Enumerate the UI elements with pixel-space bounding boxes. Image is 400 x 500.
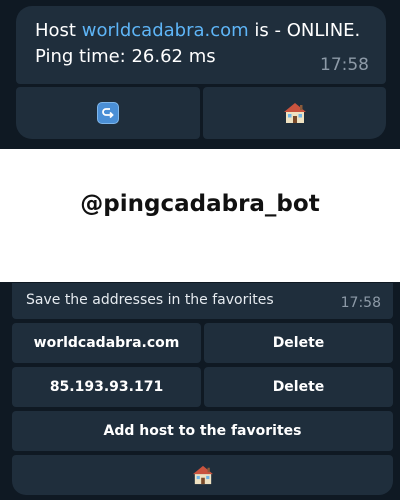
home-button[interactable] (12, 455, 393, 495)
delete-favorite-button[interactable]: Delete (204, 367, 393, 407)
back-button[interactable] (16, 87, 200, 139)
favorites-message-text: Save the addresses in the favorites (26, 292, 274, 308)
add-favorite-button[interactable]: Add host to the favorites (12, 411, 393, 451)
house-icon (283, 102, 307, 124)
message-timestamp: 17:58 (340, 295, 381, 311)
favorite-host-button[interactable]: 85.193.93.171 (12, 367, 201, 407)
ping-line: Ping time: 26.62 ms (35, 46, 216, 67)
status-prefix: Host (35, 20, 82, 41)
status-line: Host worldcadabra.com is - ONLINE. (35, 20, 360, 42)
favorite-host-button[interactable]: worldcadabra.com (12, 323, 201, 363)
bot-name-caption: @pingcadabra_bot (80, 191, 320, 217)
host-link[interactable]: worldcadabra.com (82, 20, 249, 41)
status-message-bubble: Host worldcadabra.com is - ONLINE. Ping … (16, 6, 386, 84)
favorites-message-bubble: Save the addresses in the favorites 17:5… (12, 283, 393, 319)
status-suffix: is - ONLINE. (248, 20, 361, 41)
message-timestamp: 17:58 (320, 55, 369, 75)
home-button[interactable] (203, 87, 386, 139)
delete-favorite-button[interactable]: Delete (204, 323, 393, 363)
return-arrow-icon (97, 102, 119, 124)
house-icon (192, 465, 214, 485)
